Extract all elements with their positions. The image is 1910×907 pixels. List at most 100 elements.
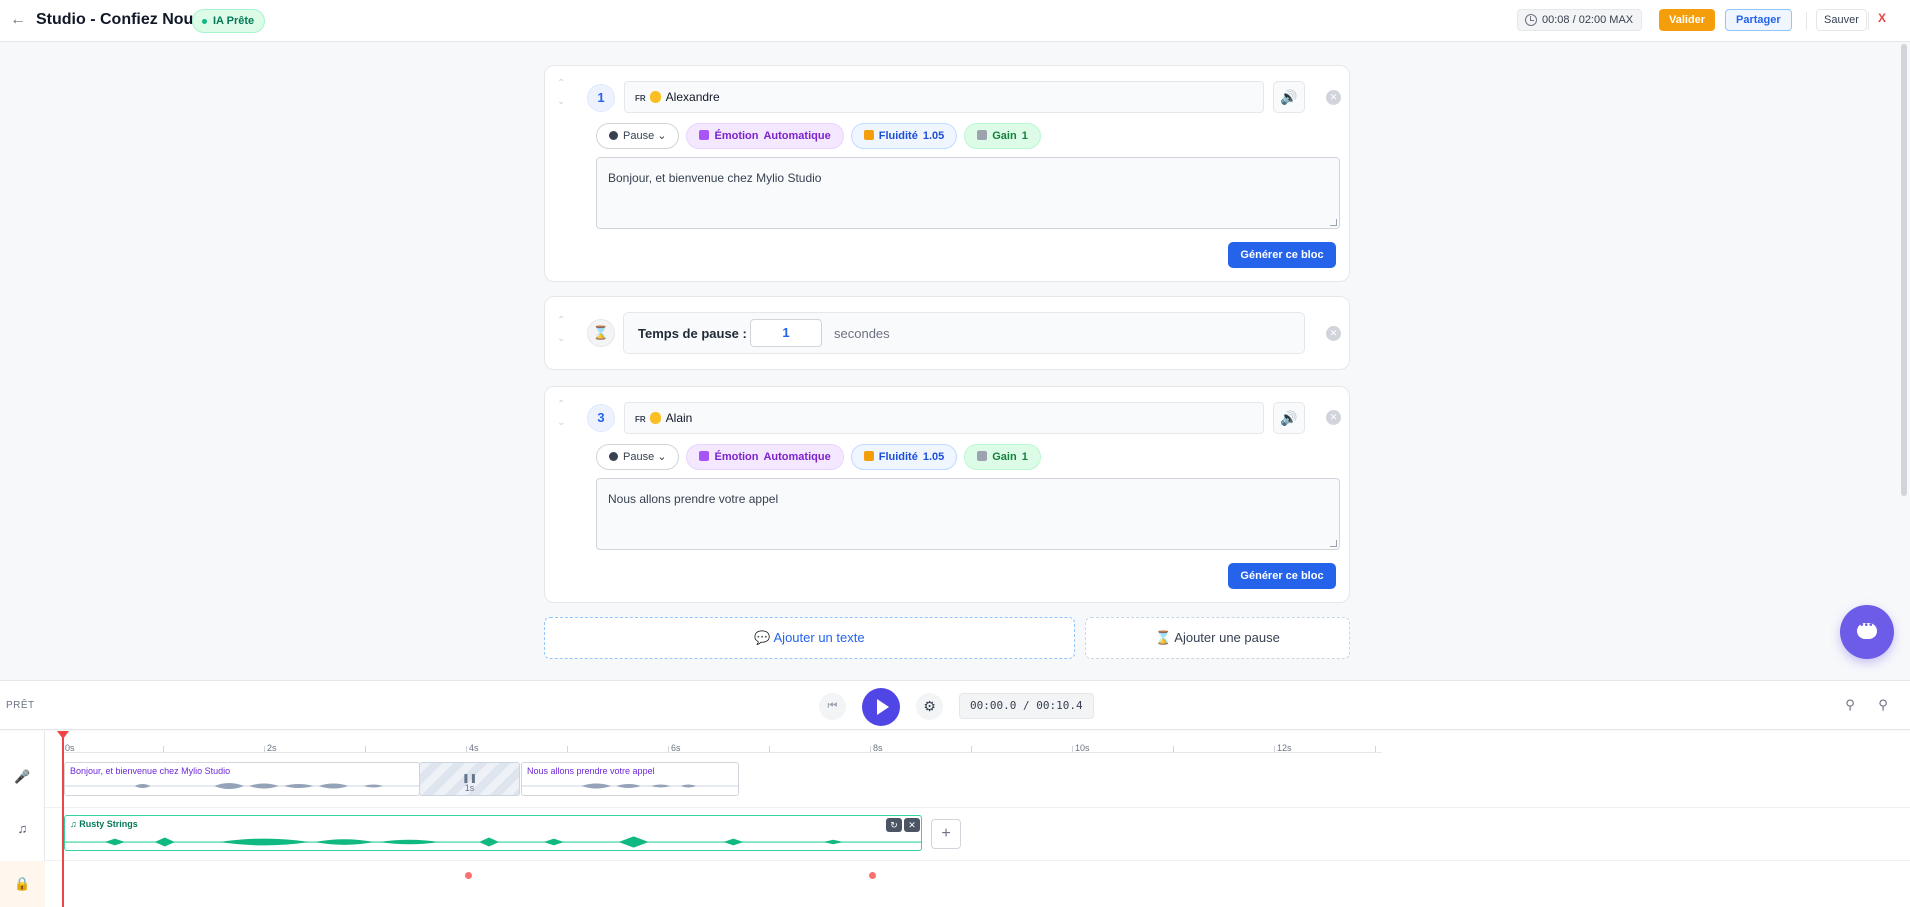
skip-back-icon[interactable]: ⏮ — [819, 693, 846, 720]
chat-support-button[interactable] — [1840, 605, 1894, 659]
fluidity-chip[interactable]: Fluidité 1.05 — [850, 123, 958, 149]
remove-block-icon[interactable]: ✕ — [1326, 410, 1341, 425]
fluidity-label: Fluidité — [878, 130, 918, 142]
timeline: 🎤 ♫ 🔒 0s 2s 4s 6s 8s 10s 12s Bonjour, et… — [0, 731, 1910, 907]
speaker-icon[interactable]: 🔊 — [1273, 81, 1305, 113]
text-block-3: ⌃ ⌄ 3 FR Alain 🔊 ✕ Pause ⌄ Émotion Automat… — [544, 386, 1350, 603]
remove-block-icon[interactable]: ✕ — [1326, 326, 1341, 341]
pause-clip[interactable]: ❚❚ 1s — [419, 762, 520, 796]
track-gutter: 🎤 ♫ 🔒 — [0, 731, 45, 907]
music-clip-name: Rusty Strings — [79, 819, 138, 829]
play-button[interactable] — [862, 688, 900, 726]
zoom-in-icon[interactable]: ⚲ — [1873, 695, 1893, 715]
ai-status-badge: IA Prête — [192, 9, 266, 33]
tick-label: 6s — [671, 743, 681, 753]
stopwatch-icon — [609, 452, 618, 461]
share-button[interactable]: Partager — [1725, 9, 1792, 31]
move-up-icon[interactable]: ⌃ — [557, 400, 565, 418]
move-down-icon[interactable]: ⌄ — [557, 418, 565, 436]
voice-selector[interactable]: FR Alain — [624, 402, 1264, 434]
pause-block: ⌃ ⌄ ⌛ Temps de pause : 1 secondes ✕ — [544, 296, 1350, 370]
timeline-marker[interactable] — [465, 872, 472, 879]
lane-divider — [45, 860, 1910, 861]
pause-clip-label: ❚❚ 1s — [420, 773, 519, 793]
pause-duration-label: Temps de pause : — [638, 326, 747, 341]
pause-clip-duration: 1s — [464, 783, 475, 793]
generate-block-button[interactable]: Générer ce bloc — [1228, 242, 1336, 268]
remove-block-icon[interactable]: ✕ — [1326, 90, 1341, 105]
gain-chip[interactable]: Gain 1 — [964, 444, 1041, 470]
voice-name: Alain — [665, 411, 693, 425]
add-text-button[interactable]: 💬 Ajouter un texte — [544, 617, 1075, 659]
back-arrow-icon[interactable]: ← — [8, 10, 28, 30]
volume-icon — [977, 130, 988, 140]
loop-icon[interactable]: ↻ — [886, 818, 902, 832]
gain-chip[interactable]: Gain 1 — [964, 123, 1041, 149]
gain-value: 1 — [1021, 451, 1028, 463]
close-button[interactable]: X — [1878, 11, 1886, 25]
duration-timer: 00:08 / 02:00 MAX — [1517, 9, 1643, 31]
tick-label: 8s — [873, 743, 883, 753]
zoom-out-icon[interactable]: ⚲ — [1840, 695, 1860, 715]
pause-dropdown[interactable]: Pause ⌄ — [596, 444, 680, 470]
reorder-arrows[interactable]: ⌃ ⌄ — [557, 316, 565, 352]
fluidity-value: 1.05 — [922, 451, 945, 463]
generate-block-button[interactable]: Générer ce bloc — [1228, 563, 1336, 589]
speaker-icon[interactable]: 🔊 — [1273, 402, 1305, 434]
player-status: PRÊT — [6, 700, 35, 711]
chevron-down-icon: ⌄ — [657, 130, 667, 142]
hourglass-icon: ⌛ — [587, 319, 615, 347]
move-up-icon[interactable]: ⌃ — [557, 79, 565, 97]
fluidity-chip[interactable]: Fluidité 1.05 — [850, 444, 958, 470]
move-down-icon[interactable]: ⌄ — [557, 334, 565, 352]
timeline-marker[interactable] — [869, 872, 876, 879]
block-text-input[interactable]: Nous allons prendre votre appel — [596, 478, 1340, 550]
pause-dropdown-label: Pause — [623, 451, 655, 463]
voice-selector[interactable]: FR Alexandre — [624, 81, 1264, 113]
chevron-down-icon: ⌄ — [657, 451, 667, 463]
music-clip[interactable]: ♫ Rusty Strings ↻ ✕ — [64, 815, 922, 851]
close-icon[interactable]: ✕ — [904, 818, 920, 832]
emotion-label: Émotion — [714, 130, 759, 142]
voice-clip[interactable]: Bonjour, et bienvenue chez Mylio Studio — [64, 762, 420, 796]
pause-duration-row: Temps de pause : 1 secondes — [623, 312, 1305, 354]
pause-dropdown[interactable]: Pause ⌄ — [596, 123, 680, 149]
block-number: 1 — [587, 84, 615, 112]
top-bar: ← Studio - Confiez Nous IA Prête 00:08 /… — [0, 0, 1910, 42]
page-title: Studio - Confiez Nous — [36, 11, 203, 28]
add-track-button[interactable]: + — [931, 819, 961, 849]
language-code: FR — [635, 94, 646, 103]
validate-button[interactable]: Valider — [1659, 9, 1716, 31]
emotion-icon — [699, 130, 710, 140]
reorder-arrows[interactable]: ⌃ ⌄ — [557, 400, 565, 436]
voice-name: Alexandre — [665, 90, 720, 104]
sparkle-icon — [863, 451, 874, 461]
pause-duration-input[interactable]: 1 — [750, 319, 822, 347]
lane-divider — [45, 807, 1910, 808]
emotion-chip[interactable]: Émotion Automatique — [686, 123, 844, 149]
playhead[interactable] — [57, 731, 69, 907]
language-code: FR — [635, 415, 646, 424]
fluidity-label: Fluidité — [878, 451, 918, 463]
move-down-icon[interactable]: ⌄ — [557, 97, 565, 115]
voice-clip[interactable]: Nous allons prendre votre appel — [521, 762, 739, 796]
block-text-input[interactable]: Bonjour, et bienvenue chez Mylio Studio — [596, 157, 1340, 229]
tick-label: 4s — [469, 743, 479, 753]
gear-icon[interactable]: ⚙ — [916, 693, 943, 720]
add-text-label: Ajouter un texte — [773, 630, 865, 645]
voice-avatar-icon — [649, 91, 661, 103]
reorder-arrows[interactable]: ⌃ ⌄ — [557, 79, 565, 115]
voice-waveform — [522, 783, 738, 789]
add-pause-button[interactable]: ⌛ Ajouter une pause — [1085, 617, 1350, 659]
voice-waveform — [65, 783, 419, 789]
stopwatch-icon — [609, 131, 618, 140]
hourglass-icon: ⌛ — [1155, 630, 1172, 645]
lock-icon[interactable]: 🔒 — [0, 861, 45, 907]
emotion-chip[interactable]: Émotion Automatique — [686, 444, 844, 470]
volume-icon — [977, 451, 988, 461]
scrollbar[interactable] — [1901, 44, 1907, 496]
chat-icon — [1857, 620, 1877, 639]
emotion-label: Émotion — [714, 451, 759, 463]
move-up-icon[interactable]: ⌃ — [557, 316, 565, 334]
save-button[interactable]: Sauver — [1816, 9, 1867, 31]
